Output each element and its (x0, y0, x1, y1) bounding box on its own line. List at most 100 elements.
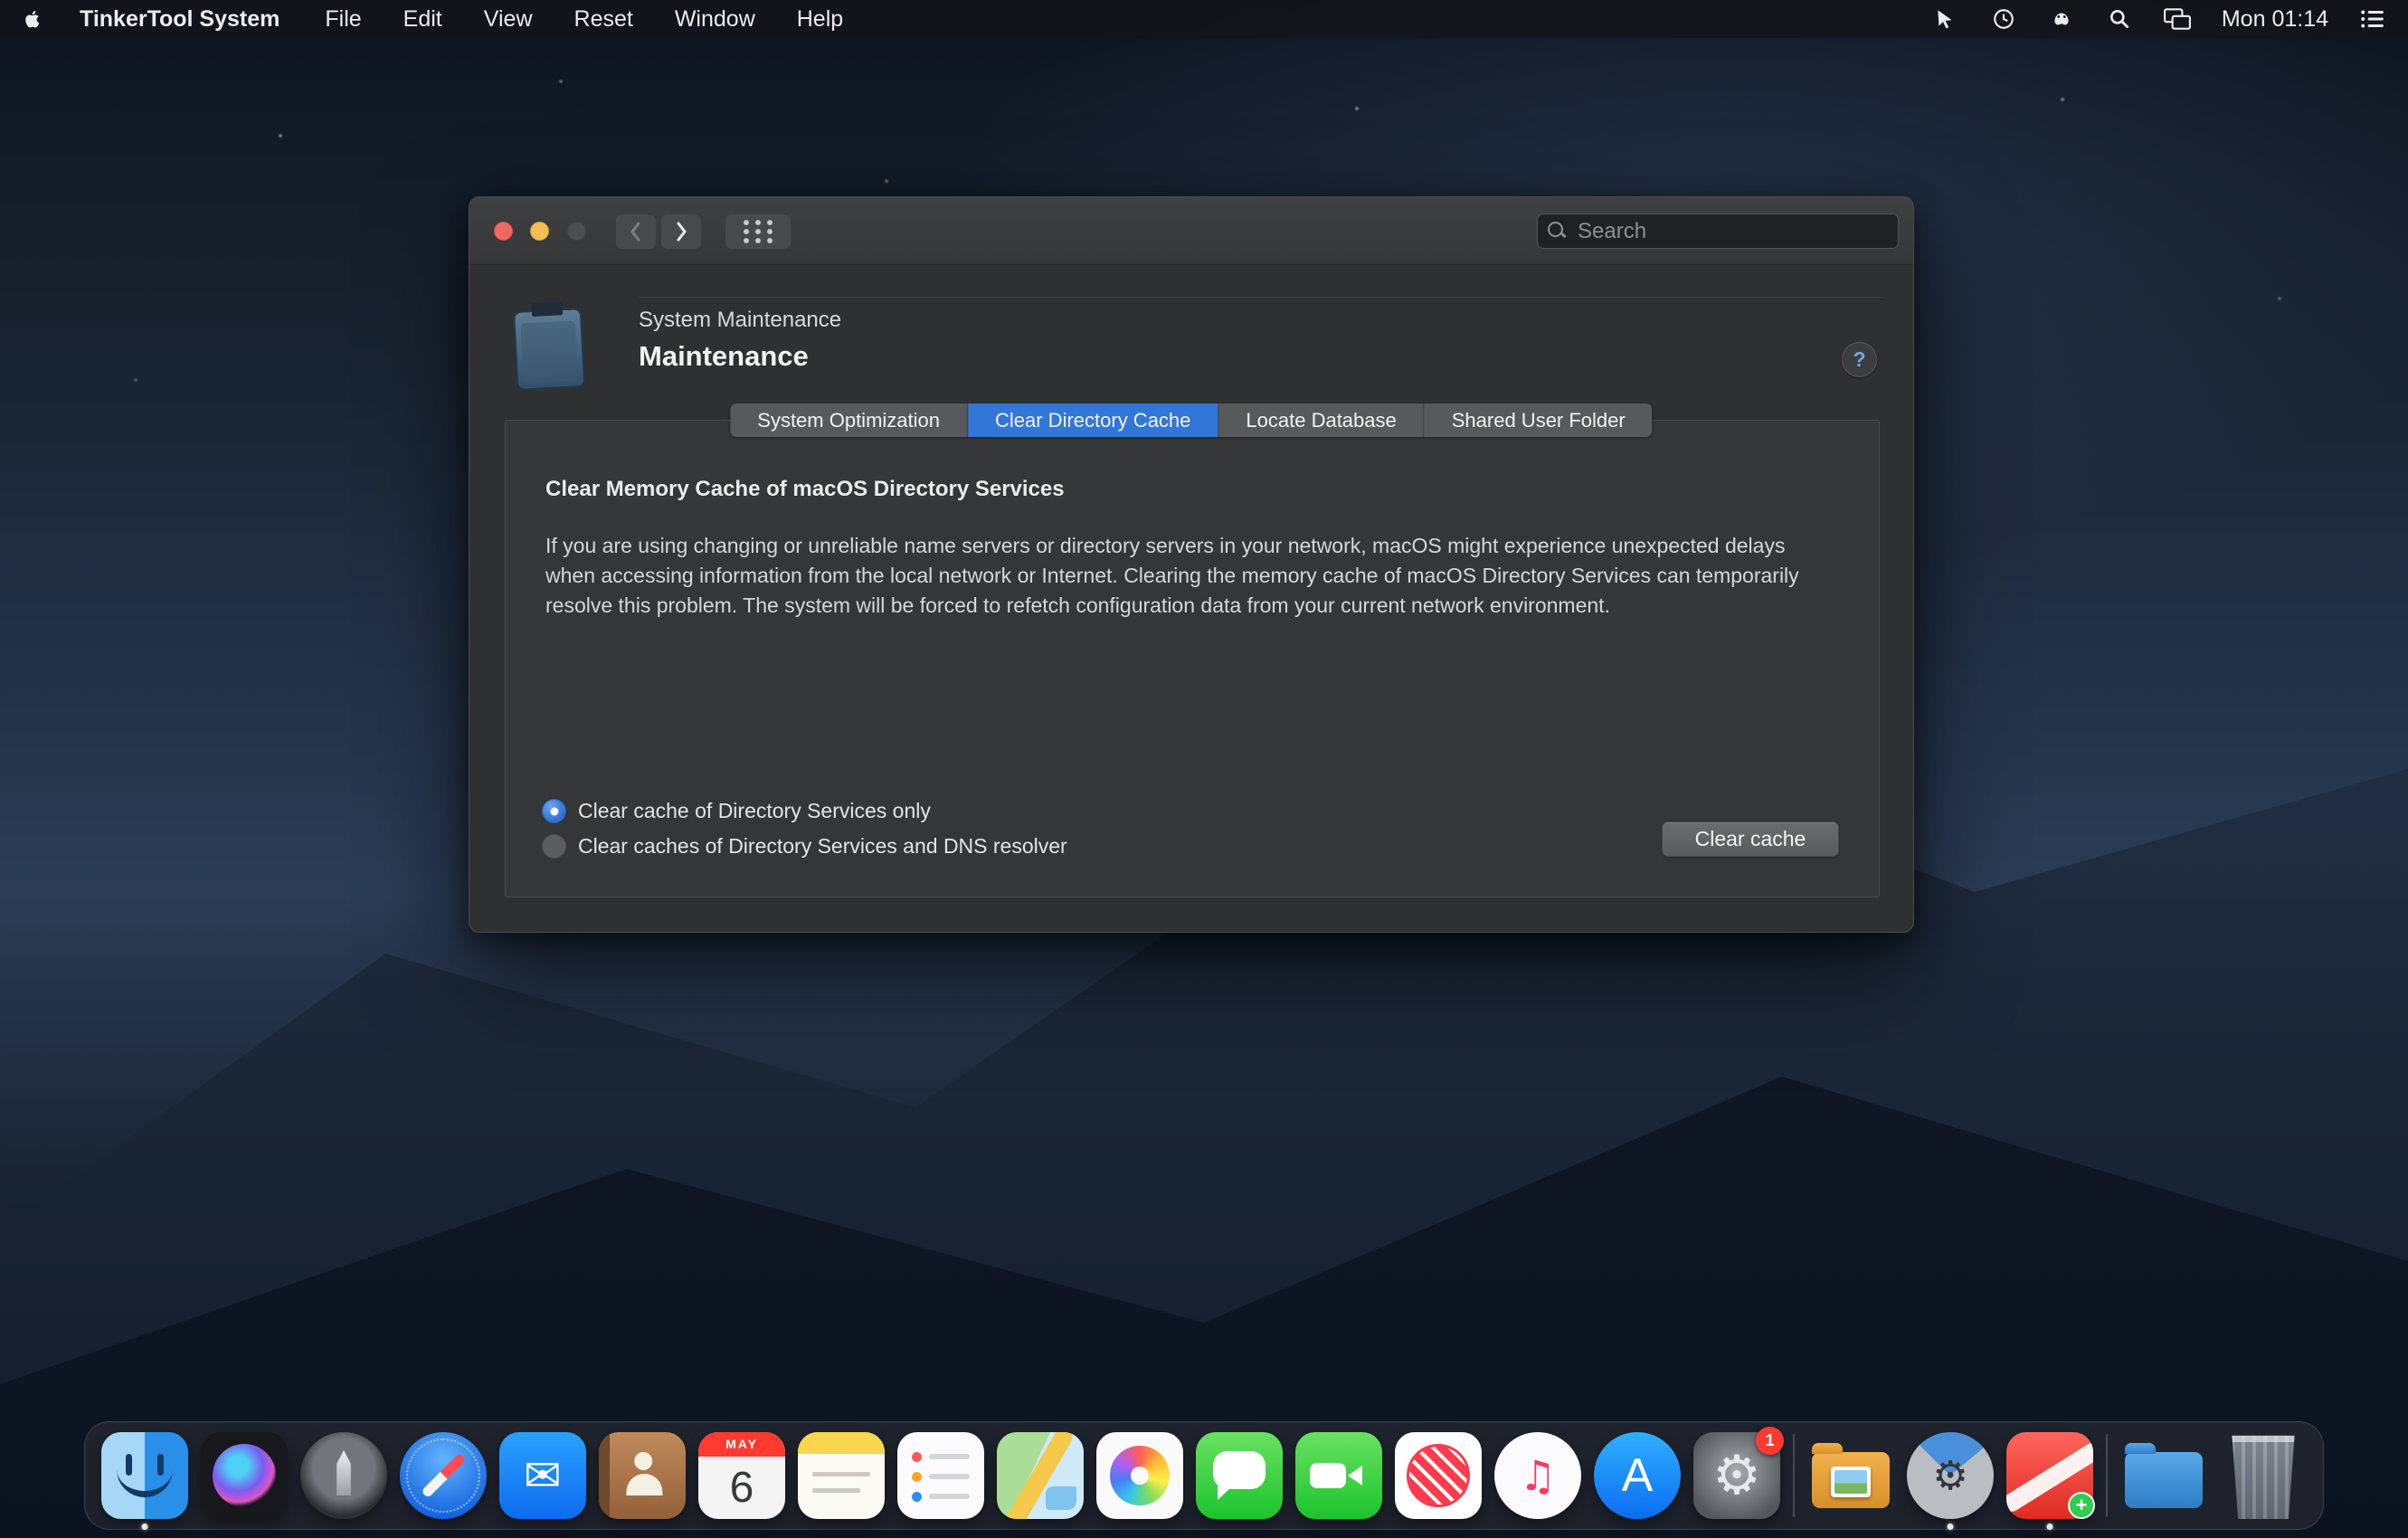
clear-cache-button[interactable]: Clear cache (1662, 821, 1839, 857)
camera-body (1310, 1463, 1346, 1488)
desktop: TinkerTool System File Edit View Reset W… (0, 0, 2408, 1538)
apple-menu-icon[interactable] (22, 5, 49, 33)
radio-label: Clear caches of Directory Services and D… (578, 834, 1067, 859)
radio-group: Clear cache of Directory Services only C… (542, 799, 1067, 859)
minimize-button[interactable] (530, 222, 549, 241)
notes-band (798, 1432, 885, 1454)
folder-shape (2125, 1452, 2203, 1508)
dock-icon-trash[interactable] (2220, 1432, 2307, 1519)
dock-icon-red-utility[interactable]: + (2006, 1432, 2093, 1519)
header-divider (639, 297, 1883, 298)
tab-system-optimization[interactable]: System Optimization (730, 403, 968, 437)
rocket-icon (331, 1450, 356, 1495)
notes-line (812, 1472, 870, 1476)
timemachine-menu-icon[interactable] (1990, 5, 2017, 33)
envelope-icon: ✉ (524, 1449, 562, 1502)
tab-content-panel: Clear Memory Cache of macOS Directory Se… (505, 420, 1880, 897)
gear-icon: ⚙ (1932, 1453, 1967, 1499)
forward-button[interactable] (660, 214, 702, 250)
dock-icon-facetime[interactable] (1295, 1432, 1382, 1519)
menu-bar-left: TinkerTool System File Edit View Reset W… (22, 5, 885, 33)
radio-selected-icon[interactable] (542, 799, 566, 823)
reminder-dot (912, 1452, 922, 1462)
dock-icon-recent-pictures-folder[interactable] (1807, 1432, 1894, 1519)
dock-icon-documents-folder[interactable] (2120, 1432, 2207, 1519)
menu-bar: TinkerTool System File Edit View Reset W… (0, 0, 2408, 38)
menu-bar-clock[interactable]: Mon 01:14 (2222, 6, 2328, 33)
dock-icon-messages[interactable] (1196, 1432, 1283, 1519)
dock-icon-app-store[interactable]: A (1594, 1432, 1681, 1519)
pointer-tool-icon[interactable] (1932, 5, 1959, 33)
dock-icon-finder[interactable] (101, 1432, 188, 1519)
dock-icon-notes[interactable] (798, 1432, 885, 1519)
dock-icon-news[interactable] (1395, 1432, 1482, 1519)
menu-view[interactable]: View (484, 6, 533, 33)
photo-thumbnail (1831, 1467, 1871, 1497)
radio-label: Clear cache of Directory Services only (578, 799, 931, 823)
person-head (634, 1452, 652, 1470)
grid-icon (737, 220, 779, 243)
appstore-a-icon: A (1622, 1448, 1654, 1503)
finder-mouth (117, 1467, 173, 1497)
title-bar[interactable] (469, 197, 1913, 265)
dock-icon-contacts[interactable] (599, 1432, 686, 1519)
section-heading: Clear Memory Cache of macOS Directory Se… (545, 477, 1065, 502)
reminder-line (929, 1454, 970, 1459)
search-input[interactable] (1537, 214, 1899, 249)
menu-bar-status-area: Mon 01:14 (1932, 5, 2386, 33)
tab-bar: System Optimization Clear Directory Cach… (730, 403, 1652, 437)
dock-icon-launchpad[interactable] (300, 1432, 387, 1519)
notes-line (812, 1488, 860, 1493)
dock-divider (1793, 1434, 1795, 1517)
clipboard-sheet (521, 320, 578, 383)
calendar-day: 6 (698, 1457, 785, 1519)
notification-badge: 1 (1756, 1427, 1784, 1455)
person-body (626, 1474, 662, 1495)
tab-shared-user-folder[interactable]: Shared User Folder (1425, 403, 1653, 437)
tab-locate-database[interactable]: Locate Database (1218, 403, 1424, 437)
screen-mirroring-icon[interactable] (2164, 5, 2191, 33)
gear-icon: ⚙ (1712, 1444, 1761, 1507)
menu-reset[interactable]: Reset (574, 6, 633, 33)
dock-icon-reminders[interactable] (897, 1432, 984, 1519)
zoom-button-disabled (567, 222, 586, 241)
tab-clear-directory-cache[interactable]: Clear Directory Cache (968, 403, 1218, 437)
search-field-wrap (1537, 214, 1899, 249)
notification-center-icon[interactable] (2359, 5, 2386, 33)
dock: ✉ MAY 6 ♫ (84, 1421, 2324, 1530)
dock-divider (2106, 1434, 2108, 1517)
menu-window[interactable]: Window (675, 6, 755, 33)
radio-option-directory-and-dns[interactable]: Clear caches of Directory Services and D… (542, 834, 1067, 859)
dock-icon-safari[interactable] (400, 1432, 487, 1519)
spotlight-icon[interactable] (2106, 5, 2133, 33)
show-all-panes-button[interactable] (725, 214, 792, 250)
dock-icon-siri[interactable] (201, 1432, 288, 1519)
music-note-icon: ♫ (1519, 1451, 1556, 1500)
calendar-month: MAY (698, 1432, 785, 1457)
reminder-dot (912, 1472, 922, 1482)
menu-app-name[interactable]: TinkerTool System (80, 6, 280, 33)
dock-icon-calendar[interactable]: MAY 6 (698, 1432, 785, 1519)
dock-icon-mail[interactable]: ✉ (499, 1432, 586, 1519)
third-party-menu-icon[interactable] (2048, 5, 2075, 33)
menu-file[interactable]: File (325, 6, 361, 33)
camera-lens (1348, 1466, 1362, 1486)
help-button[interactable]: ? (1842, 342, 1877, 377)
radio-option-directory-only[interactable]: Clear cache of Directory Services only (542, 799, 1067, 823)
tinkertool-system-window: System Maintenance Maintenance ? Clear M… (469, 196, 1914, 933)
menu-edit[interactable]: Edit (403, 6, 442, 33)
radio-unselected-icon[interactable] (542, 834, 566, 859)
reminder-dot (912, 1492, 922, 1502)
dock-icon-system-preferences[interactable]: ⚙ 1 (1693, 1432, 1780, 1519)
book-spine (599, 1432, 610, 1519)
reminder-line (929, 1494, 970, 1499)
dock-icon-tinkertool-system[interactable]: ⚙ (1907, 1432, 1994, 1519)
dock-icon-photos[interactable] (1096, 1432, 1183, 1519)
menu-help[interactable]: Help (797, 6, 843, 33)
dock-icon-itunes[interactable]: ♫ (1494, 1432, 1581, 1519)
close-button[interactable] (494, 222, 513, 241)
dock-icon-maps[interactable] (997, 1432, 1084, 1519)
back-button[interactable] (615, 214, 657, 250)
reminder-line (929, 1474, 970, 1479)
maintenance-clipboard-icon (509, 302, 590, 393)
